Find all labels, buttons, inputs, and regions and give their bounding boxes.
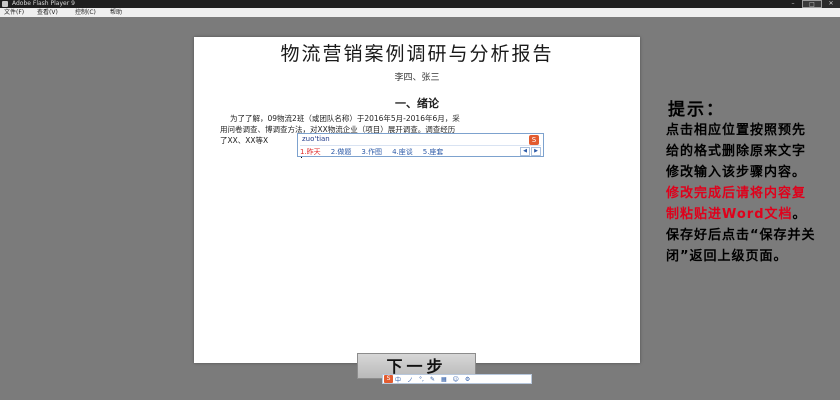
section-heading[interactable]: 一、绪论 — [194, 95, 640, 111]
menu-help[interactable]: 帮助 — [110, 8, 122, 17]
paragraph-line[interactable]: 了XX、XX等X — [220, 135, 300, 146]
hint-text: 点击相应位置按照预先给的格式删除原来文字修改输入该步骤内容。 — [666, 123, 807, 180]
document-authors[interactable]: 李四、张三 — [194, 70, 640, 83]
hint-body: 点击相应位置按照预先给的格式删除原来文字修改输入该步骤内容。修改完成后请将内容复… — [666, 120, 816, 267]
ime-candidate[interactable]: 3.作图 — [361, 147, 382, 157]
ime-candidate[interactable]: 1.昨天 — [300, 147, 321, 157]
ime-settings-icon[interactable]: ⚙ — [465, 376, 470, 383]
prev-page-icon[interactable]: ◀ — [520, 147, 530, 156]
ime-keyboard-icon[interactable]: ▦ — [441, 376, 447, 383]
close-button[interactable]: ✕ — [822, 0, 840, 8]
ime-candidate[interactable]: 2.做题 — [331, 147, 352, 157]
hint-title: 提示： — [668, 100, 725, 120]
ime-candidate-window[interactable]: zuo'tian S 1.昨天 2.做题 3.作图 4.座谈 5.座套 ◀ ▶ — [297, 133, 544, 157]
ime-pinyin-input: zuo'tian — [302, 135, 330, 143]
paragraph-line[interactable]: 为了了解，09物流2班（或团队名称）于2016年5月-2016年6月，采 — [204, 113, 600, 124]
maximize-button[interactable]: □ — [802, 0, 822, 8]
ime-skin-icon[interactable]: ☺ — [453, 376, 459, 383]
ime-handwriting-icon[interactable]: ✎ — [430, 376, 435, 383]
sogou-logo-icon: S — [529, 135, 539, 145]
sogou-logo-icon: S — [384, 375, 393, 383]
menu-file[interactable]: 文件(F) — [4, 8, 24, 17]
window-controls: – □ ✕ — [784, 0, 840, 8]
ime-status-bar[interactable]: S 中 ノ °, ✎ ▦ ☺ ⚙ — [382, 374, 532, 384]
ime-candidate[interactable]: 4.座谈 — [392, 147, 413, 157]
ime-candidate[interactable]: 5.座套 — [423, 147, 444, 157]
next-page-icon[interactable]: ▶ — [531, 147, 541, 156]
ime-mode-chinese[interactable]: 中 — [395, 375, 401, 384]
hint-warning-text: 修改完成后请将内容复制粘贴进Word文档 — [666, 186, 807, 222]
window-title: Adobe Flash Player 9 — [12, 0, 75, 7]
ime-fullwidth-icon[interactable]: ノ — [407, 375, 413, 384]
ime-candidate-list: 1.昨天 2.做题 3.作图 4.座谈 5.座套 ◀ ▶ — [300, 145, 541, 157]
menu-bar: 文件(F) 查看(V) 控制(C) 帮助 — [0, 8, 840, 17]
menu-control[interactable]: 控制(C) — [75, 8, 96, 17]
window-titlebar: Adobe Flash Player 9 – □ ✕ — [0, 0, 840, 8]
ime-punctuation-icon[interactable]: °, — [419, 376, 424, 383]
document-page[interactable]: 物流营销案例调研与分析报告 李四、张三 一、绪论 为了了解，09物流2班（或团队… — [194, 37, 640, 363]
menu-view[interactable]: 查看(V) — [37, 8, 58, 17]
ime-pager: ◀ ▶ — [519, 147, 541, 156]
minimize-button[interactable]: – — [784, 0, 802, 8]
document-title[interactable]: 物流营销案例调研与分析报告 — [194, 39, 640, 66]
flash-app-icon — [2, 1, 8, 7]
